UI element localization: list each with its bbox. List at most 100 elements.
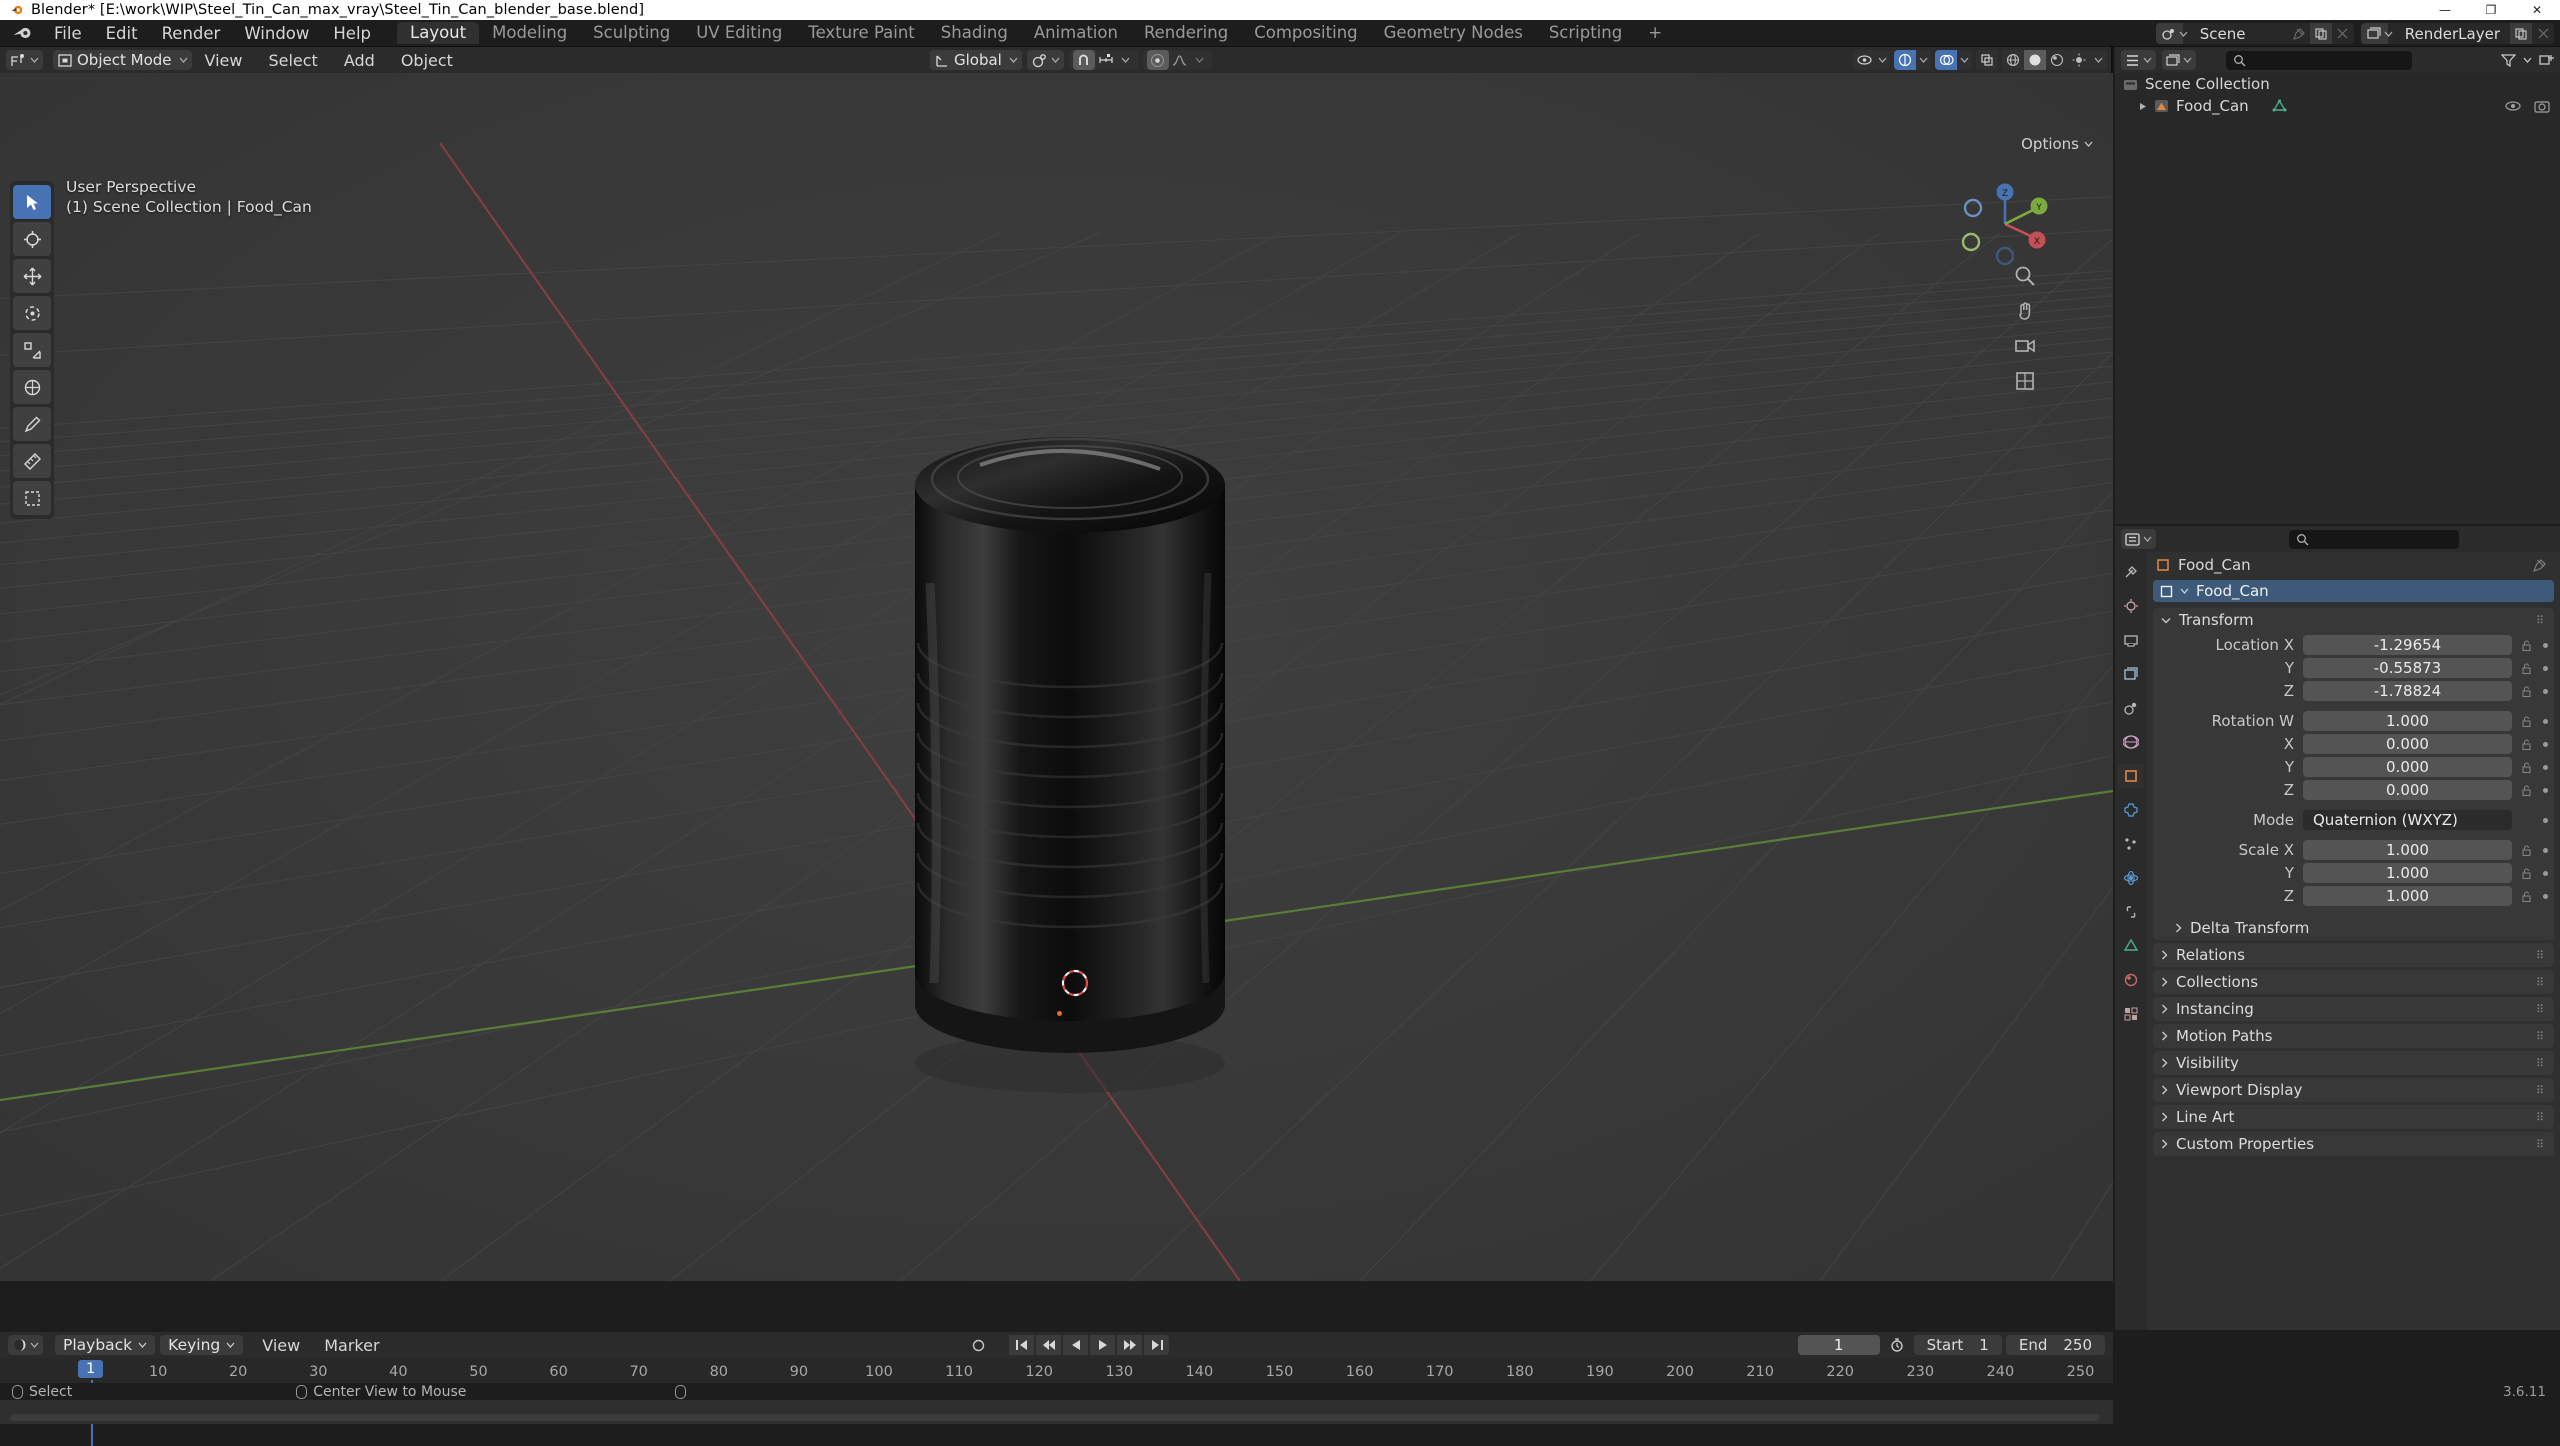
- properties-tab-particles[interactable]: [2118, 832, 2144, 856]
- panel-header[interactable]: Instancing ⠿: [2153, 997, 2554, 1021]
- panel-header[interactable]: Relations ⠿: [2153, 943, 2554, 967]
- animate-property-dot[interactable]: [2536, 718, 2554, 724]
- expand-triangle-icon[interactable]: [2139, 102, 2147, 111]
- panel-viewport-display[interactable]: Viewport Display ⠿: [2153, 1078, 2554, 1102]
- animate-property-dot[interactable]: [2536, 741, 2554, 747]
- tool-move[interactable]: [13, 259, 51, 293]
- viewlayer-selector[interactable]: RenderLayer: [2360, 23, 2554, 44]
- solid-shading-icon[interactable]: [2024, 50, 2046, 70]
- new-scene-icon[interactable]: [2309, 23, 2332, 44]
- object-name-field[interactable]: Food_Can: [2153, 580, 2554, 602]
- material-preview-shading-icon[interactable]: [2046, 50, 2068, 70]
- properties-tab-physics[interactable]: [2118, 866, 2144, 890]
- new-viewlayer-icon[interactable]: [2510, 23, 2532, 44]
- properties-tab-render[interactable]: [2118, 594, 2144, 618]
- field-value[interactable]: 0.000: [2303, 780, 2512, 800]
- frame-range-field[interactable]: Start 1: [1913, 1335, 2002, 1355]
- outliner-row-scene-collection[interactable]: Scene Collection: [2115, 73, 2560, 95]
- tool-rotate[interactable]: [13, 296, 51, 330]
- panel-header[interactable]: Line Art ⠿: [2153, 1105, 2554, 1129]
- panel-collections[interactable]: Collections ⠿: [2153, 970, 2554, 994]
- field-value[interactable]: -0.55873: [2303, 658, 2512, 678]
- play-button[interactable]: [1090, 1335, 1115, 1355]
- workspace-tab-geometry-nodes[interactable]: Geometry Nodes: [1371, 22, 1536, 44]
- play-reverse-button[interactable]: [1063, 1335, 1088, 1355]
- pan-hand-icon[interactable]: [2012, 298, 2038, 324]
- animate-property-dot[interactable]: [2536, 817, 2554, 823]
- properties-search-input[interactable]: [2289, 529, 2459, 549]
- snap-magnet-icon[interactable]: [1072, 50, 1095, 70]
- object-types-visibility-icon[interactable]: [1853, 50, 1875, 70]
- field-value[interactable]: 1.000: [2303, 886, 2512, 906]
- proportional-edit-controls[interactable]: [1142, 50, 1212, 70]
- panel-relations[interactable]: Relations ⠿: [2153, 943, 2554, 967]
- delete-viewlayer-icon[interactable]: [2532, 23, 2554, 44]
- delta-transform-subpanel[interactable]: Delta Transform: [2153, 916, 2554, 940]
- lock-icon[interactable]: [2516, 715, 2536, 728]
- auto-keying-icon[interactable]: [965, 1335, 991, 1355]
- navigation-gizmo[interactable]: Z X Y: [1959, 178, 2051, 270]
- blender-menu-icon[interactable]: [12, 24, 34, 42]
- keying-dropdown[interactable]: Keying: [160, 1335, 244, 1355]
- outliner-row-food-can[interactable]: Food_Can: [2115, 95, 2560, 117]
- viewport-menu-object[interactable]: Object: [388, 51, 466, 70]
- close-button[interactable]: ✕: [2514, 0, 2560, 20]
- filter-chevron-icon[interactable]: [2523, 57, 2532, 63]
- workspace-tab-uv-editing[interactable]: UV Editing: [683, 22, 795, 44]
- camera-view-icon[interactable]: [2012, 333, 2038, 359]
- show-gizmo-icon[interactable]: [1894, 50, 1916, 70]
- animate-property-dot[interactable]: [2536, 665, 2554, 671]
- lock-icon[interactable]: [2516, 639, 2536, 652]
- snap-chevron-icon[interactable]: [1121, 57, 1130, 63]
- playback-dropdown[interactable]: Playback: [55, 1335, 156, 1355]
- pin-scene-icon[interactable]: [2288, 23, 2310, 44]
- workspace-tab-scripting[interactable]: Scripting: [1536, 22, 1635, 44]
- field-value[interactable]: -1.29654: [2303, 635, 2512, 655]
- panel-custom-properties[interactable]: Custom Properties ⠿: [2153, 1132, 2554, 1156]
- panel-header[interactable]: Visibility ⠿: [2153, 1051, 2554, 1075]
- tool-cursor[interactable]: [13, 222, 51, 256]
- animate-property-dot[interactable]: [2536, 847, 2554, 853]
- workspace-tab-rendering[interactable]: Rendering: [1131, 22, 1241, 44]
- lock-icon[interactable]: [2516, 662, 2536, 675]
- editor-type-button[interactable]: [6, 50, 43, 70]
- lock-icon[interactable]: [2516, 685, 2536, 698]
- workspace-tab-texture-paint[interactable]: Texture Paint: [795, 22, 927, 44]
- workspace-tab-shading[interactable]: Shading: [928, 22, 1021, 44]
- jump-to-start-button[interactable]: [1009, 1335, 1034, 1355]
- animate-property-dot[interactable]: [2536, 642, 2554, 648]
- field-value[interactable]: 1.000: [2303, 840, 2512, 860]
- properties-tab-material[interactable]: [2118, 968, 2144, 992]
- next-keyframe-button[interactable]: [1117, 1335, 1142, 1355]
- panel-header[interactable]: Viewport Display ⠿: [2153, 1078, 2554, 1102]
- tool-transform[interactable]: [13, 370, 51, 404]
- field-value[interactable]: 1.000: [2303, 863, 2512, 883]
- panel-line-art[interactable]: Line Art ⠿: [2153, 1105, 2554, 1129]
- minimize-button[interactable]: —: [2422, 0, 2468, 20]
- shading-chevron-icon[interactable]: [2094, 57, 2103, 63]
- rotation-mode-dropdown[interactable]: Quaternion (WXYZ): [2303, 810, 2512, 830]
- mesh-data-icon[interactable]: [2272, 99, 2287, 113]
- toggle-xray-icon[interactable]: [1976, 50, 1998, 70]
- workspace-tab--[interactable]: +: [1635, 22, 1675, 44]
- snap-controls[interactable]: [1068, 50, 1138, 70]
- properties-tab-object-data[interactable]: [2118, 934, 2144, 958]
- panel-header[interactable]: Custom Properties ⠿: [2153, 1132, 2554, 1156]
- workspace-tab-modeling[interactable]: Modeling: [479, 22, 580, 44]
- lock-icon[interactable]: [2516, 867, 2536, 880]
- falloff-chevron-icon[interactable]: [1195, 57, 1204, 63]
- viewport-menu-add[interactable]: Add: [331, 51, 388, 70]
- pivot-point-dropdown[interactable]: [1026, 50, 1064, 70]
- panel-header[interactable]: Collections ⠿: [2153, 970, 2554, 994]
- delete-scene-icon[interactable]: [2332, 23, 2354, 44]
- outliner-search-input[interactable]: [2226, 50, 2412, 70]
- properties-tab-constraints[interactable]: [2118, 900, 2144, 924]
- properties-tab-tool[interactable]: [2118, 560, 2144, 584]
- panel-header[interactable]: Motion Paths ⠿: [2153, 1024, 2554, 1048]
- panel-motion-paths[interactable]: Motion Paths ⠿: [2153, 1024, 2554, 1048]
- zoom-icon[interactable]: [2012, 263, 2038, 289]
- menu-render[interactable]: Render: [150, 20, 233, 47]
- timeline-menu-marker[interactable]: Marker: [313, 1336, 390, 1355]
- field-value[interactable]: 0.000: [2303, 734, 2512, 754]
- outliner-editor-type-button[interactable]: [2121, 50, 2156, 70]
